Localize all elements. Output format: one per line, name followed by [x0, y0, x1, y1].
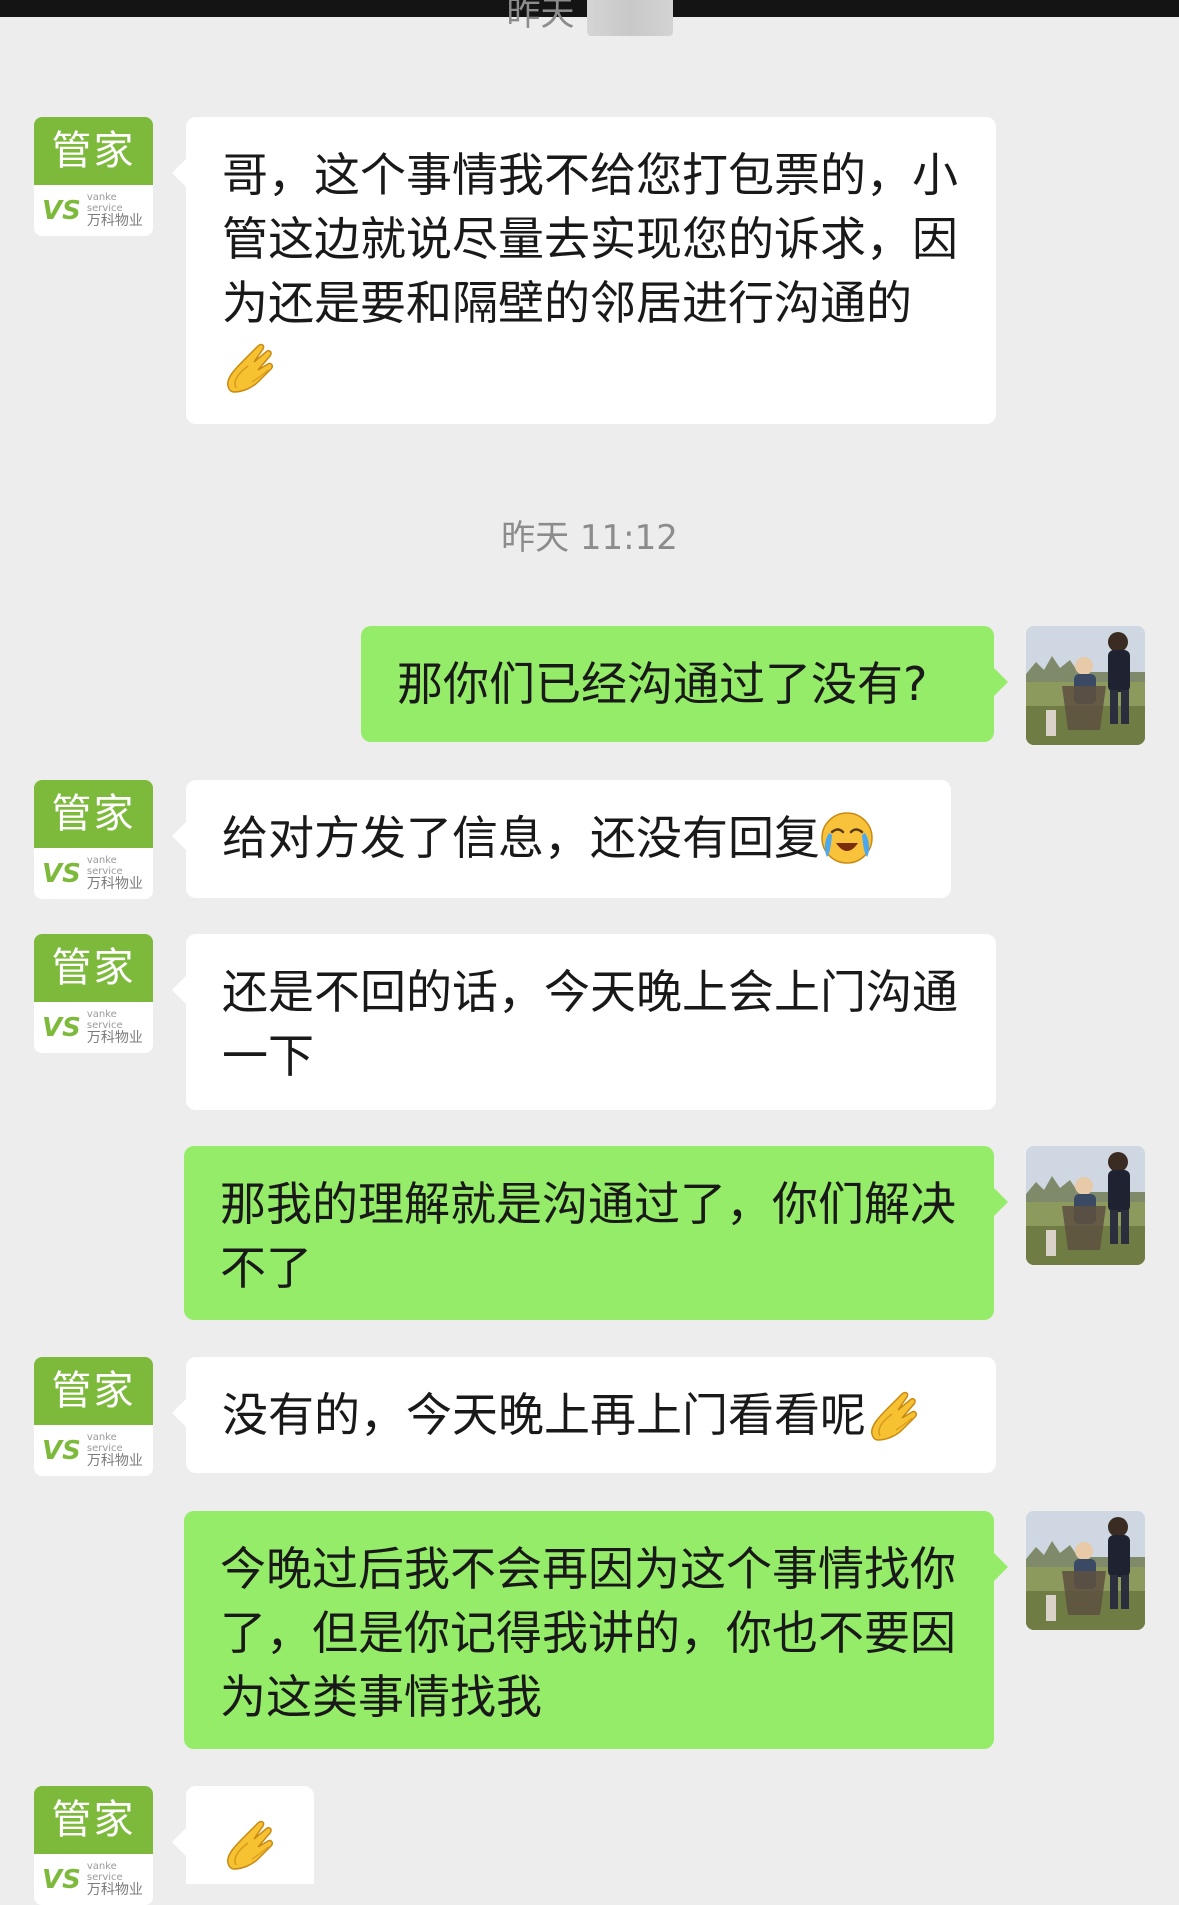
- message-text: 没有的，今天晚上再上门看看呢: [222, 1388, 866, 1442]
- brand-cn: 万科物业: [86, 1452, 143, 1469]
- butler-avatar-brand: VS vanke service 万科物业: [34, 1002, 153, 1053]
- message-text: 那我的理解就是沟通过了，你们解决不了: [220, 1177, 956, 1295]
- brand-en: vanke service: [86, 1008, 123, 1031]
- butler-avatar[interactable]: 管家 VS vanke service 万科物业: [34, 1357, 153, 1476]
- timestamp-text: 昨天: [506, 0, 575, 34]
- butler-avatar-brand: VS vanke service 万科物业: [34, 1854, 153, 1905]
- blurred-time: [586, 0, 673, 36]
- butler-avatar-brand: VS vanke service 万科物业: [34, 1425, 153, 1476]
- brand-text: vanke service 万科物业: [87, 1009, 153, 1046]
- message-bubble-received[interactable]: [172, 1786, 314, 1884]
- brand-cn: 万科物业: [86, 212, 143, 229]
- timestamp-middle: 昨天 11:12: [501, 518, 678, 558]
- message-bubble-received[interactable]: 哥，这个事情我不给您打包票的，小管这边就说尽量去实现您的诉求，因为还是要和隔壁的…: [172, 117, 996, 424]
- vanke-logo-icon: VS: [42, 1864, 81, 1895]
- brand-en: vanke service: [86, 854, 123, 877]
- brand-text: vanke service 万科物业: [87, 1861, 153, 1898]
- message-bubble-received[interactable]: 给对方发了信息，还没有回复: [172, 780, 951, 898]
- folded-hands-icon: [222, 340, 280, 394]
- message-text: 今晚过后我不会再因为这个事情找你了，但是你记得我讲的，你也不要因为这类事情找我: [220, 1542, 956, 1724]
- brand-en: vanke service: [86, 1860, 123, 1883]
- butler-avatar-title: 管家: [34, 117, 153, 185]
- user-avatar[interactable]: [1026, 626, 1145, 745]
- butler-avatar[interactable]: 管家 VS vanke service 万科物业: [34, 780, 153, 899]
- message-bubble-received[interactable]: 没有的，今天晚上再上门看看呢: [172, 1357, 996, 1473]
- message-text: 那你们已经沟通过了没有?: [397, 657, 928, 711]
- message-text: 还是不回的话，今天晚上会上门沟通一下: [222, 965, 958, 1083]
- butler-avatar[interactable]: 管家 VS vanke service 万科物业: [34, 117, 153, 236]
- brand-text: vanke service 万科物业: [87, 192, 153, 229]
- brand-text: vanke service 万科物业: [87, 855, 153, 892]
- user-avatar[interactable]: [1026, 1511, 1145, 1630]
- user-avatar[interactable]: [1026, 1146, 1145, 1265]
- brand-cn: 万科物业: [86, 1029, 143, 1046]
- butler-avatar-title: 管家: [34, 780, 153, 848]
- vanke-logo-icon: VS: [42, 1012, 81, 1043]
- butler-avatar-brand: VS vanke service 万科物业: [34, 848, 153, 899]
- folded-hands-icon: [866, 1388, 924, 1442]
- butler-avatar-title: 管家: [34, 934, 153, 1002]
- vanke-logo-icon: VS: [42, 858, 81, 889]
- brand-en: vanke service: [86, 191, 123, 214]
- message-bubble-sent[interactable]: 那你们已经沟通过了没有?: [361, 626, 1008, 742]
- message-text: 哥，这个事情我不给您打包票的，小管这边就说尽量去实现您的诉求，因为还是要和隔壁的…: [222, 148, 958, 330]
- message-bubble-received[interactable]: 还是不回的话，今天晚上会上门沟通一下: [172, 934, 996, 1110]
- butler-avatar[interactable]: 管家 VS vanke service 万科物业: [34, 1786, 153, 1905]
- brand-cn: 万科物业: [86, 875, 143, 892]
- message-bubble-sent[interactable]: 那我的理解就是沟通过了，你们解决不了: [184, 1146, 1008, 1320]
- butler-avatar[interactable]: 管家 VS vanke service 万科物业: [34, 934, 153, 1053]
- brand-en: vanke service: [86, 1431, 123, 1454]
- vanke-logo-icon: VS: [42, 195, 81, 226]
- vanke-logo-icon: VS: [42, 1435, 81, 1466]
- brand-cn: 万科物业: [86, 1881, 143, 1898]
- brand-text: vanke service 万科物业: [87, 1432, 153, 1469]
- timestamp-top: 昨天: [0, 0, 1179, 42]
- crying-face-icon: [820, 811, 874, 865]
- butler-avatar-title: 管家: [34, 1786, 153, 1854]
- butler-avatar-title: 管家: [34, 1357, 153, 1425]
- folded-hands-icon: [222, 1817, 280, 1871]
- message-text: 给对方发了信息，还没有回复: [222, 811, 820, 865]
- butler-avatar-brand: VS vanke service 万科物业: [34, 185, 153, 236]
- message-bubble-sent[interactable]: 今晚过后我不会再因为这个事情找你了，但是你记得我讲的，你也不要因为这类事情找我: [184, 1511, 1008, 1749]
